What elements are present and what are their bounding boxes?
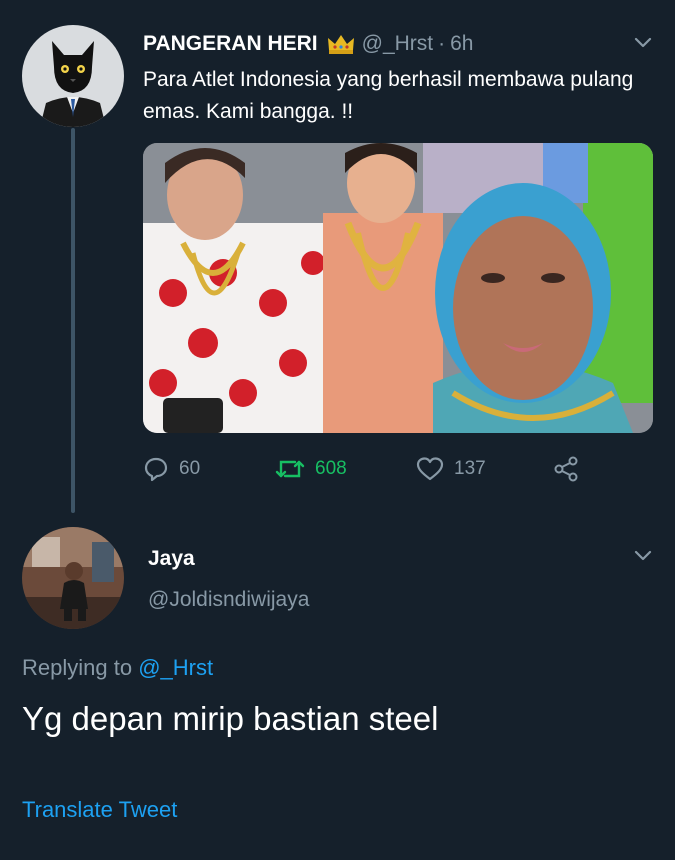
share-button[interactable]: [552, 455, 580, 483]
thread-connector-line: [71, 128, 75, 513]
author-name[interactable]: PANGERAN HERI: [143, 32, 318, 56]
reply-button[interactable]: 60: [143, 456, 200, 482]
reply-text: Yg depan mirip bastian steel: [22, 700, 439, 737]
replying-to-line: Replying to @_Hrst: [22, 655, 213, 681]
retweet-count: 608: [315, 458, 347, 479]
reply-icon: [144, 457, 168, 482]
tweet-header: PANGERAN HERI @_Hrst · 6h: [143, 26, 473, 62]
tweet-text: Para Atlet Indonesia yang berhasil memba…: [143, 68, 634, 123]
like-icon: [416, 457, 444, 481]
chevron-down-icon[interactable]: [632, 544, 654, 566]
retweet-icon: [275, 460, 305, 478]
tweet-photo[interactable]: [143, 143, 653, 433]
reply-count: 60: [179, 458, 201, 479]
tweet-timestamp[interactable]: 6h: [450, 32, 473, 56]
reply-author-handle[interactable]: @Joldisndiwijaya: [148, 588, 309, 612]
reply-author-name[interactable]: Jaya: [148, 547, 195, 571]
like-button[interactable]: 137: [416, 456, 486, 482]
share-icon: [554, 456, 578, 482]
chevron-down-icon[interactable]: [632, 31, 654, 53]
crown-icon: [326, 33, 356, 55]
retweet-button[interactable]: 608: [275, 456, 347, 482]
separator-dot: ·: [438, 32, 446, 55]
replying-to-label: Replying to: [22, 655, 133, 680]
author-handle[interactable]: @_Hrst: [362, 32, 434, 56]
replying-to-mention[interactable]: @_Hrst: [138, 655, 213, 680]
author-avatar[interactable]: [22, 25, 124, 127]
translate-tweet-link[interactable]: Translate Tweet: [22, 797, 177, 823]
reply-author-avatar[interactable]: [22, 527, 124, 629]
like-count: 137: [454, 458, 486, 479]
